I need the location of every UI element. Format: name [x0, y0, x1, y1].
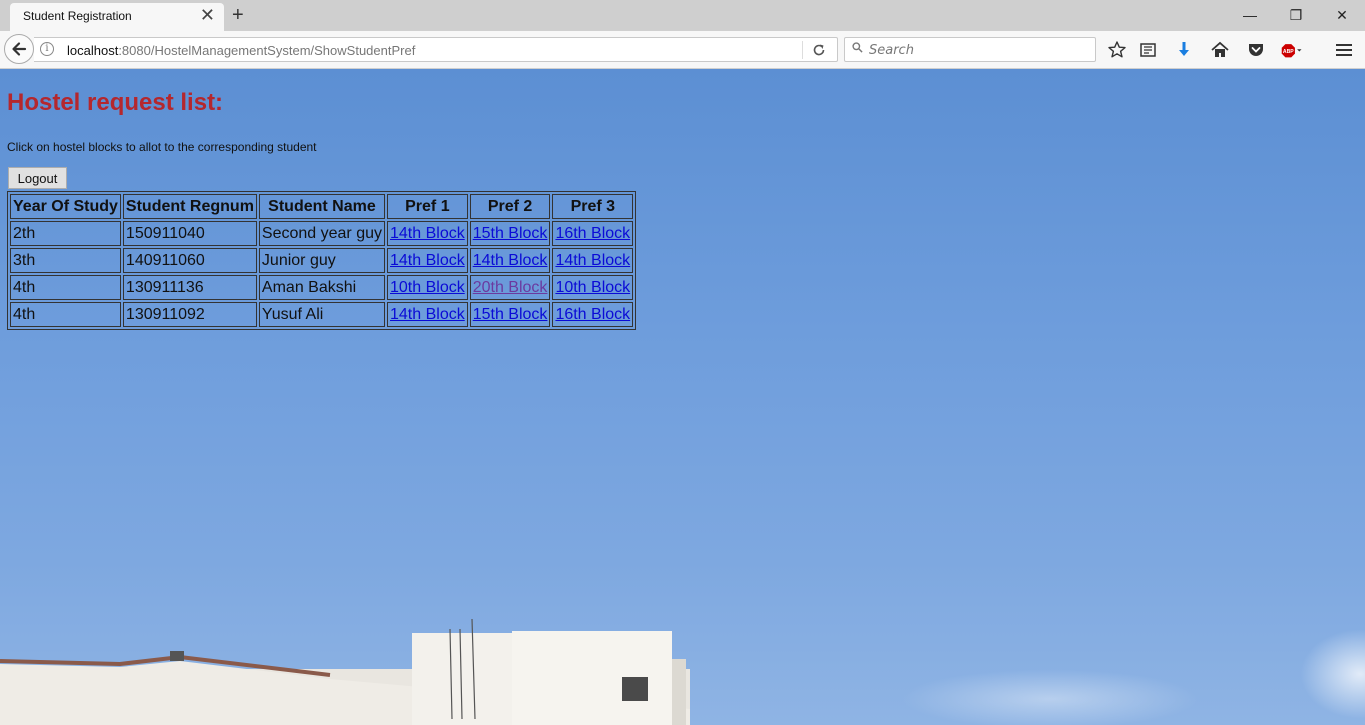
adblock-plus-icon[interactable]: ABP: [1281, 39, 1303, 61]
address-bar[interactable]: i localhost:8080/HostelManagementSystem/…: [34, 37, 838, 62]
search-input[interactable]: [869, 41, 1089, 59]
cell-year: 3th: [10, 248, 121, 273]
pref2-block-link[interactable]: 15th Block: [473, 225, 548, 242]
cell-regnum: 150911040: [122, 221, 257, 246]
cell-pref1: 14th Block: [387, 221, 468, 246]
cell-pref1: 14th Block: [387, 302, 468, 327]
download-icon[interactable]: [1173, 39, 1195, 61]
cell-name: Second year guy: [258, 221, 385, 246]
cell-regnum: 140911060: [122, 248, 257, 273]
cell-regnum: 130911136: [122, 275, 257, 300]
table-row: 4th 130911092 Yusuf Ali 14th Block 15th …: [10, 302, 634, 327]
restore-button[interactable]: ❐: [1273, 4, 1319, 26]
table-row: 3th 140911060 Junior guy 14th Block 14th…: [10, 248, 634, 273]
pref2-block-link-visited[interactable]: 20th Block: [473, 279, 548, 296]
url-host: localhost: [67, 43, 119, 58]
url-text[interactable]: localhost:8080/HostelManagementSystem/Sh…: [67, 43, 415, 58]
pref3-block-link[interactable]: 14th Block: [555, 252, 630, 269]
cell-pref2: 14th Block: [469, 248, 551, 273]
reload-icon[interactable]: [812, 43, 826, 57]
cell-pref2: 15th Block: [469, 221, 551, 246]
cell-year: 4th: [10, 275, 121, 300]
pref3-block-link[interactable]: 16th Block: [555, 306, 630, 323]
page-title: Hostel request list:: [7, 89, 224, 116]
cell-pref3: 14th Block: [552, 248, 634, 273]
instructions-text: Click on hostel blocks to allot to the c…: [7, 140, 317, 154]
cell-pref3: 16th Block: [552, 302, 634, 327]
menu-icon[interactable]: [1333, 39, 1355, 61]
cell-pref1: 10th Block: [387, 275, 468, 300]
minimize-button[interactable]: —: [1227, 4, 1273, 26]
cell-pref1: 14th Block: [387, 248, 468, 273]
table-header-row: Year Of Study Student Regnum Student Nam…: [10, 194, 634, 219]
cell-pref2: 20th Block: [469, 275, 551, 300]
cloud: [1300, 629, 1365, 719]
cell-name: Aman Bakshi: [258, 275, 385, 300]
cell-year: 4th: [10, 302, 121, 327]
tab-title: Student Registration: [23, 9, 132, 23]
cell-name: Junior guy: [258, 248, 385, 273]
search-box[interactable]: [844, 37, 1096, 62]
site-info-icon[interactable]: i: [40, 42, 54, 56]
cell-pref2: 15th Block: [469, 302, 551, 327]
pref3-block-link[interactable]: 16th Block: [555, 225, 630, 242]
navigation-bar: i localhost:8080/HostelManagementSystem/…: [0, 31, 1365, 69]
tab-student-registration[interactable]: Student Registration ✕: [10, 3, 224, 31]
cell-name: Yusuf Ali: [258, 302, 385, 327]
column-header-name: Student Name: [258, 194, 385, 219]
bookmark-star-icon[interactable]: [1106, 39, 1128, 61]
tab-close-icon[interactable]: ✕: [200, 6, 215, 24]
url-path: :8080/HostelManagementSystem/ShowStudent…: [118, 43, 416, 58]
search-icon: [852, 42, 863, 53]
pocket-icon[interactable]: [1245, 39, 1267, 61]
close-window-button[interactable]: ✕: [1319, 4, 1365, 26]
cell-regnum: 130911092: [122, 302, 257, 327]
new-tab-button[interactable]: +: [232, 4, 244, 26]
home-icon[interactable]: [1209, 39, 1231, 61]
cloud: [900, 669, 1200, 725]
column-header-pref3: Pref 3: [552, 194, 634, 219]
cell-pref3: 16th Block: [552, 221, 634, 246]
back-button[interactable]: [4, 34, 34, 64]
background-building: [0, 618, 690, 725]
pref3-block-link[interactable]: 10th Block: [555, 279, 630, 296]
svg-text:ABP: ABP: [1283, 49, 1294, 55]
pref1-block-link[interactable]: 14th Block: [390, 252, 465, 269]
column-header-pref2: Pref 2: [469, 194, 551, 219]
hostel-request-table: Year Of Study Student Regnum Student Nam…: [7, 191, 637, 330]
table-row: 2th 150911040 Second year guy 14th Block…: [10, 221, 634, 246]
tab-strip: Student Registration ✕ + — ❐ ✕: [0, 0, 1365, 31]
pref1-block-link[interactable]: 10th Block: [390, 279, 465, 296]
pref1-block-link[interactable]: 14th Block: [390, 306, 465, 323]
reading-list-icon[interactable]: [1137, 39, 1159, 61]
column-header-year: Year Of Study: [10, 194, 121, 219]
pref2-block-link[interactable]: 14th Block: [473, 252, 548, 269]
column-header-pref1: Pref 1: [387, 194, 468, 219]
cell-pref3: 10th Block: [552, 275, 634, 300]
page-content: Hostel request list: Click on hostel blo…: [0, 69, 1365, 725]
logout-button[interactable]: Logout: [8, 167, 67, 189]
cell-year: 2th: [10, 221, 121, 246]
pref1-block-link[interactable]: 14th Block: [390, 225, 465, 242]
column-header-regnum: Student Regnum: [122, 194, 257, 219]
table-row: 4th 130911136 Aman Bakshi 10th Block 20t…: [10, 275, 634, 300]
url-divider: [802, 41, 803, 59]
back-arrow-icon: [12, 42, 27, 56]
pref2-block-link[interactable]: 15th Block: [473, 306, 548, 323]
